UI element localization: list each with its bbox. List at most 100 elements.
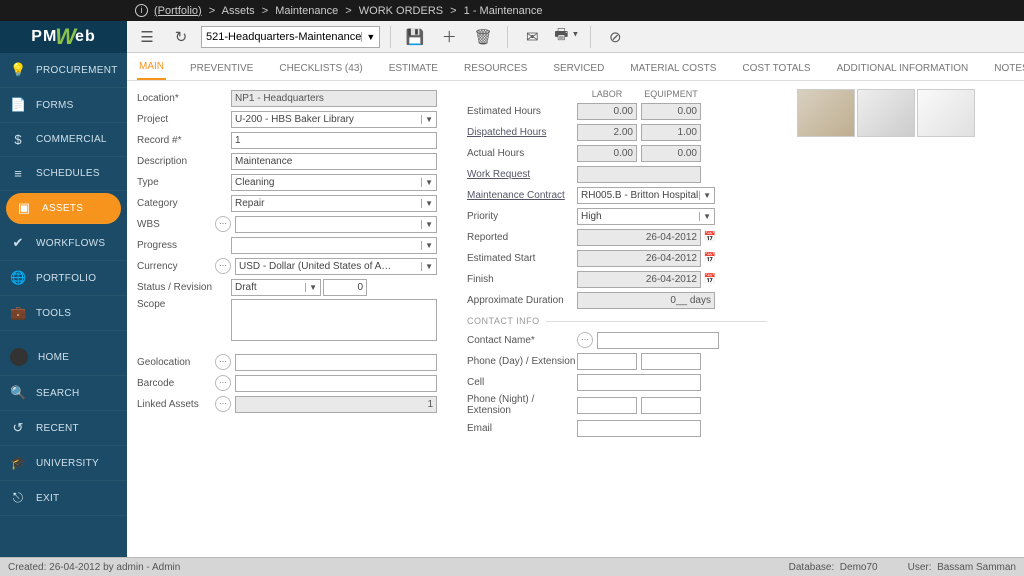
scope-textarea[interactable] xyxy=(231,299,437,341)
est-hours-labor: 0.00 xyxy=(577,103,637,120)
delete-icon[interactable]: 🗑 xyxy=(469,25,497,49)
search-icon: 🔍 xyxy=(10,385,26,401)
thumbnail[interactable] xyxy=(917,89,975,137)
geolocation-field[interactable] xyxy=(235,354,437,371)
contact-lookup-icon[interactable]: ⋯ xyxy=(577,332,593,348)
tab-additional-information[interactable]: ADDITIONAL INFORMATION xyxy=(835,57,971,80)
add-icon[interactable]: ＋ xyxy=(435,25,463,49)
barcode-field[interactable] xyxy=(235,375,437,392)
tab-estimate[interactable]: ESTIMATE xyxy=(387,57,440,80)
dispatched-hours-label[interactable]: Dispatched Hours xyxy=(467,127,577,138)
sidebar-item-forms[interactable]: 📄FORMS xyxy=(0,88,127,123)
work-request-label[interactable]: Work Request xyxy=(467,169,577,180)
calendar-icon[interactable]: 📅 xyxy=(703,253,717,264)
phone-night-field[interactable] xyxy=(577,397,637,414)
sidebar-item-university[interactable]: 🎓UNIVERSITY xyxy=(0,446,127,481)
linked-label: Linked Assets xyxy=(137,399,215,410)
wbs-label: WBS xyxy=(137,219,215,230)
email-field[interactable] xyxy=(577,420,701,437)
type-select[interactable]: Cleaning▼ xyxy=(231,174,437,191)
thumbnail[interactable] xyxy=(797,89,855,137)
sidebar-item-procurement[interactable]: 💡PROCUREMENT xyxy=(0,53,127,88)
print-icon[interactable]: 🖶 ▾ xyxy=(552,25,580,49)
history-icon[interactable]: ↻ xyxy=(167,25,195,49)
progress-label: Progress xyxy=(137,240,215,251)
sidebar-item-commercial[interactable]: $COMMERCIAL xyxy=(0,123,127,157)
linked-lookup-icon[interactable]: ⋯ xyxy=(215,396,231,412)
tab-resources[interactable]: RESOURCES xyxy=(462,57,529,80)
wbs-lookup-icon[interactable]: ⋯ xyxy=(215,216,231,232)
approx-duration-field: 0__ days xyxy=(577,292,715,309)
description-field[interactable]: Maintenance xyxy=(231,153,437,170)
progress-select[interactable]: ▼ xyxy=(231,237,437,254)
list-icon[interactable]: ☰ xyxy=(133,25,161,49)
revision-field[interactable]: 0 xyxy=(323,279,367,296)
phone-day-field[interactable] xyxy=(577,353,637,370)
tab-cost-totals[interactable]: COST TOTALS xyxy=(740,57,812,80)
reported-field: 26-04-2012 xyxy=(577,229,701,246)
priority-select[interactable]: High▼ xyxy=(577,208,715,225)
mail-icon[interactable]: ✉ xyxy=(518,25,546,49)
currency-label: Currency xyxy=(137,261,215,272)
sidebar-item-tools[interactable]: 💼TOOLS xyxy=(0,296,127,331)
save-icon[interactable]: 💾 xyxy=(401,25,429,49)
sidebar-item-schedules[interactable]: ≡SCHEDULES xyxy=(0,157,127,191)
tab-material-costs[interactable]: MATERIAL COSTS xyxy=(628,57,718,80)
project-select[interactable]: U-200 - HBS Baker Library▼ xyxy=(231,111,437,128)
procurement-icon: 💡 xyxy=(10,62,26,78)
sidebar-item-workflows[interactable]: ✔WORKFLOWS xyxy=(0,226,127,261)
link-icon[interactable]: ⊘ xyxy=(601,25,629,49)
sidebar: PMWeb 💡PROCUREMENT📄FORMS$COMMERCIAL≡SCHE… xyxy=(0,21,127,557)
estimated-hours-label: Estimated Hours xyxy=(467,106,577,117)
info-icon[interactable]: i xyxy=(135,4,148,17)
currency-lookup-icon[interactable]: ⋯ xyxy=(215,258,231,274)
tab-preventive[interactable]: PREVENTIVE xyxy=(188,57,255,80)
calendar-icon[interactable]: 📅 xyxy=(703,232,717,243)
barcode-lookup-icon[interactable]: ⋯ xyxy=(215,375,231,391)
sidebar-item-search[interactable]: 🔍SEARCH xyxy=(0,376,127,411)
contact-name-label: Contact Name xyxy=(467,335,577,346)
maintenance-contract-select[interactable]: RH005.B - Britton Hospital Generato▼ xyxy=(577,187,715,204)
location-field: NP1 - Headquarters xyxy=(231,90,437,107)
sidebar-item-home[interactable]: HOME xyxy=(0,339,127,376)
breadcrumb[interactable]: (Portfolio) > Assets > Maintenance > WOR… xyxy=(154,5,543,17)
maintenance-contract-label[interactable]: Maintenance Contract xyxy=(467,190,577,201)
estimated-start-label: Estimated Start xyxy=(467,253,577,264)
calendar-icon[interactable]: 📅 xyxy=(703,274,717,285)
forms-icon: 📄 xyxy=(10,97,26,113)
created-info: Created: 26-04-2012 by admin - Admin xyxy=(8,562,180,573)
description-label: Description xyxy=(137,156,215,167)
geolocation-label: Geolocation xyxy=(137,357,215,368)
sidebar-item-portfolio[interactable]: 🌐PORTFOLIO xyxy=(0,261,127,296)
cell-label: Cell xyxy=(467,377,577,388)
sidebar-item-assets[interactable]: ▣ASSETS xyxy=(6,193,121,224)
currency-select[interactable]: USD - Dollar (United States of America)▼ xyxy=(235,258,437,275)
category-select[interactable]: Repair▼ xyxy=(231,195,437,212)
tab-checklists-43-[interactable]: CHECKLISTS (43) xyxy=(277,57,364,80)
tab-main[interactable]: MAIN xyxy=(137,55,166,80)
breadcrumb-bar: i (Portfolio) > Assets > Maintenance > W… xyxy=(0,0,1024,21)
cell-field[interactable] xyxy=(577,374,701,391)
record-selector[interactable]: 521-Headquarters-Maintenance▼ xyxy=(201,26,380,48)
status-select[interactable]: Draft▼ xyxy=(231,279,321,296)
phone-day-ext-field[interactable] xyxy=(641,353,701,370)
sidebar-item-recent[interactable]: ↺RECENT xyxy=(0,411,127,446)
phone-night-ext-field[interactable] xyxy=(641,397,701,414)
wbs-select[interactable]: ▼ xyxy=(235,216,437,233)
university-icon: 🎓 xyxy=(10,455,26,471)
thumbnail[interactable] xyxy=(857,89,915,137)
contact-name-field[interactable] xyxy=(597,332,719,349)
sidebar-item-exit[interactable]: ⎋EXIT xyxy=(0,481,127,516)
finish-label: Finish xyxy=(467,274,577,285)
approx-duration-label: Approximate Duration xyxy=(467,295,577,306)
status-bar: Created: 26-04-2012 by admin - Admin Dat… xyxy=(0,557,1024,576)
schedules-icon: ≡ xyxy=(10,166,26,181)
geolocation-lookup-icon[interactable]: ⋯ xyxy=(215,354,231,370)
sidebar-item-label: ASSETS xyxy=(42,203,83,214)
record-field[interactable]: 1 xyxy=(231,132,437,149)
tab-serviced[interactable]: SERVICED xyxy=(551,57,606,80)
tab-notes[interactable]: NOTES xyxy=(992,57,1024,80)
actual-hours-label: Actual Hours xyxy=(467,148,577,159)
reported-label: Reported xyxy=(467,232,577,243)
linked-field: 1 xyxy=(235,396,437,413)
